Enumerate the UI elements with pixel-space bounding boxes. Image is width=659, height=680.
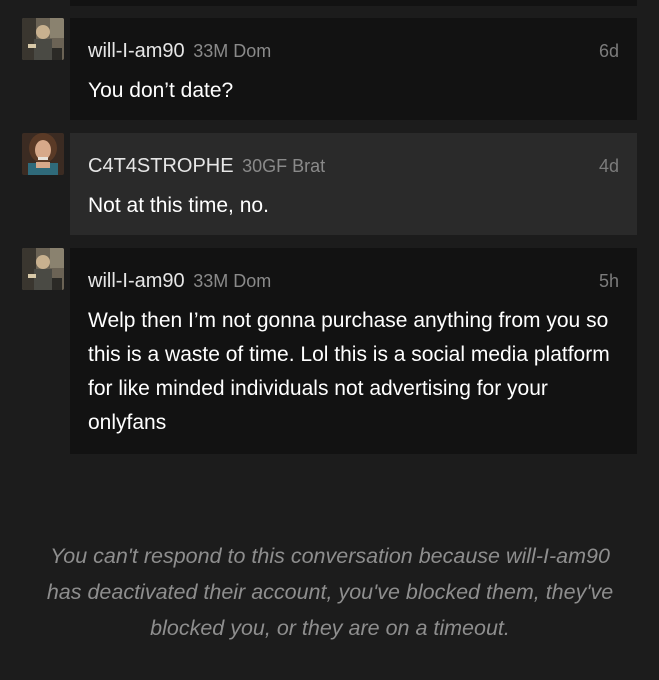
female-avatar-icon[interactable]: [22, 133, 64, 175]
message-text: Welp then I’m not gonna purchase anythin…: [88, 309, 610, 434]
message-text: You don’t date?: [88, 79, 234, 102]
message-bubble[interactable]: will-I-am90 33M Dom 5h Welp then I’m not…: [70, 248, 637, 454]
message-bubble[interactable]: C4T4STROPHE 30GF Brat 4d Not at this tim…: [70, 133, 637, 235]
message-time: 5h: [598, 271, 619, 291]
message-time: 6d: [598, 41, 619, 61]
message-meta: will-I-am90 33M Dom 6d: [88, 36, 619, 66]
conversation-blocked-notice: You can't respond to this conversation b…: [46, 544, 614, 640]
username-link[interactable]: will-I-am90: [88, 40, 185, 62]
username-link[interactable]: will-I-am90: [88, 270, 185, 292]
male-avatar-icon[interactable]: [22, 248, 64, 290]
male-avatar-icon[interactable]: [22, 18, 64, 60]
message-text: Not at this time, no.: [88, 194, 269, 217]
previous-message-edge: [70, 0, 637, 6]
message-meta: C4T4STROPHE 30GF Brat 4d: [88, 151, 619, 181]
message-bubble[interactable]: will-I-am90 33M Dom 6d You don’t date?: [70, 18, 637, 120]
user-info: 30GF Brat: [242, 156, 326, 176]
user-info: 33M Dom: [193, 271, 272, 291]
username-link[interactable]: C4T4STROPHE: [88, 155, 234, 177]
user-info: 33M Dom: [193, 41, 272, 61]
message-meta: will-I-am90 33M Dom 5h: [88, 266, 619, 296]
message-time: 4d: [598, 156, 619, 176]
